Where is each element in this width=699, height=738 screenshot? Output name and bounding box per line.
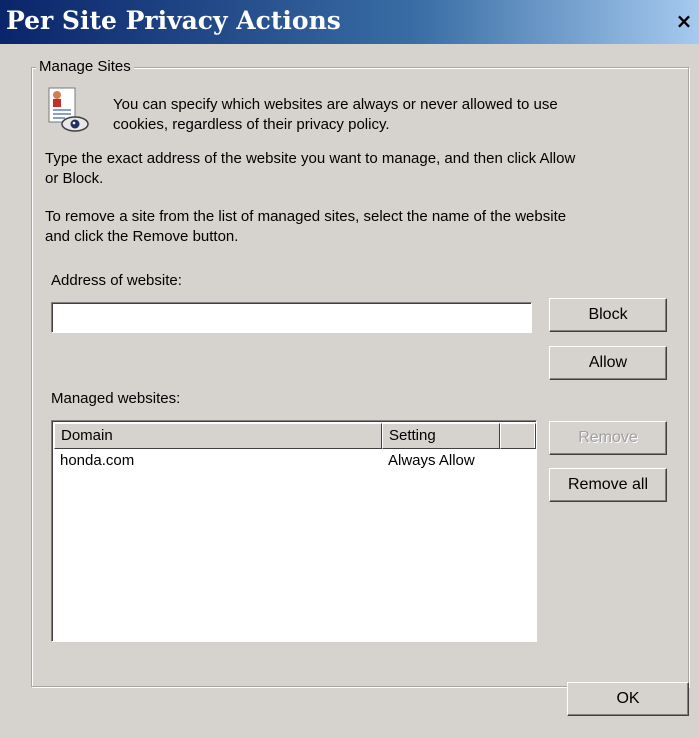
close-icon[interactable]: × — [673, 10, 695, 32]
per-site-privacy-dialog: Per Site Privacy Actions × Manage Sites … — [0, 0, 699, 738]
list-header: Domain Setting — [54, 423, 536, 449]
managed-websites-label: Managed websites: — [51, 390, 181, 407]
privacy-eye-document-icon — [45, 86, 91, 134]
address-input[interactable] — [51, 302, 532, 333]
block-button[interactable]: Block — [549, 298, 667, 332]
instruction-text-2-line1: To remove a site from the list of manage… — [45, 208, 567, 225]
instruction-text-1-line2: or Block. — [45, 170, 104, 187]
column-header-domain[interactable]: Domain — [54, 423, 382, 449]
manage-sites-legend: Manage Sites — [36, 58, 134, 75]
allow-button[interactable]: Allow — [549, 346, 667, 380]
remove-button[interactable]: Remove — [549, 421, 667, 455]
row-setting: Always Allow — [388, 452, 475, 469]
column-header-setting[interactable]: Setting — [382, 423, 500, 449]
intro-text-line2: cookies, regardless of their privacy pol… — [113, 116, 390, 133]
instruction-text-2-line2: and click the Remove button. — [45, 228, 239, 245]
instruction-text-1-line1: Type the exact address of the website yo… — [45, 150, 576, 167]
row-domain: honda.com — [60, 452, 135, 469]
ok-button[interactable]: OK — [567, 682, 689, 716]
table-row[interactable]: honda.com Always Allow — [54, 451, 534, 471]
intro-text-line1: You can specify which websites are alway… — [113, 96, 558, 113]
column-header-extra[interactable] — [500, 423, 536, 449]
managed-websites-list[interactable]: Domain Setting honda.com Always Allow — [51, 420, 537, 642]
title-bar[interactable]: Per Site Privacy Actions × — [0, 0, 699, 44]
remove-all-button[interactable]: Remove all — [549, 468, 667, 502]
window-title: Per Site Privacy Actions — [6, 6, 341, 35]
address-label: Address of website: — [51, 272, 182, 289]
